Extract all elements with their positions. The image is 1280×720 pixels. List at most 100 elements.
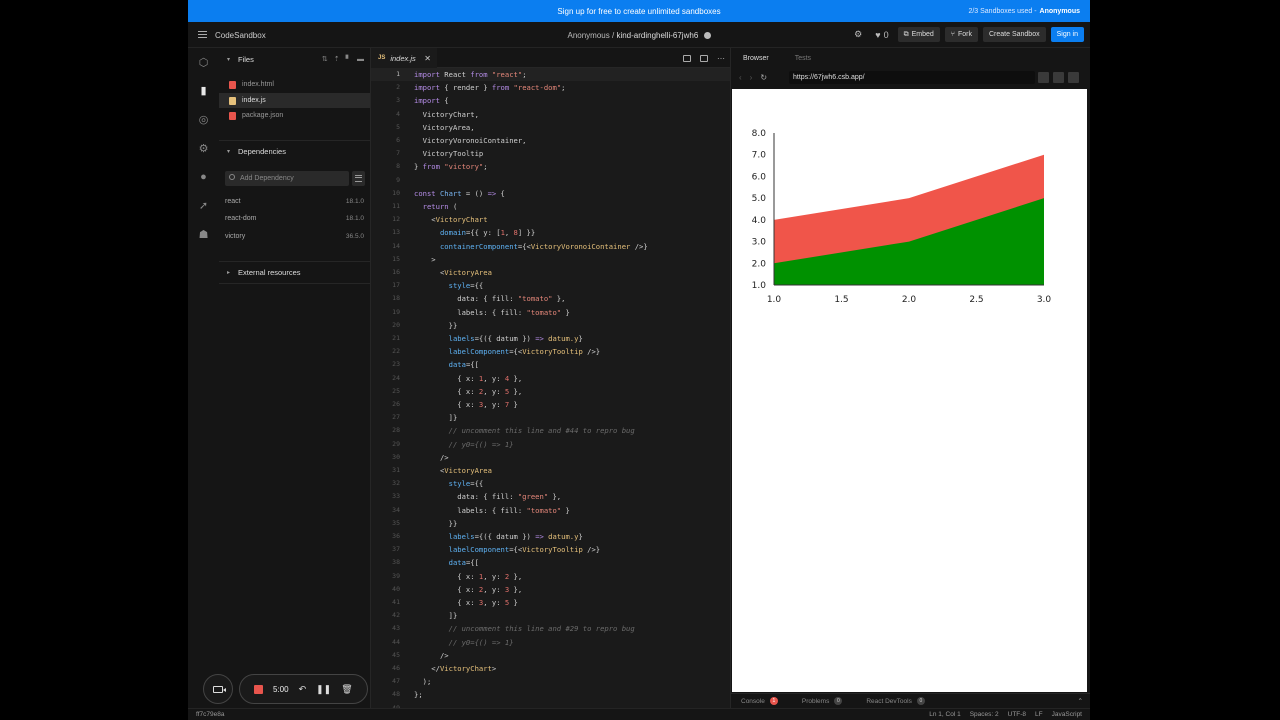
code-line[interactable]: 21 labels={({ datum }) => datum.y} [371, 332, 731, 345]
code-line[interactable]: 5 VictoryArea, [371, 121, 731, 134]
code-line[interactable]: 24 { x: 1, y: 4 }, [371, 372, 731, 385]
console-tab[interactable]: Console 1 [741, 697, 778, 705]
dependency-react[interactable]: react 18.1.0 [219, 195, 370, 207]
sign-in-button[interactable]: Sign in [1050, 27, 1084, 42]
code-line[interactable]: 37 labelComponent={<VictoryTooltip />} [371, 543, 731, 556]
code-line[interactable]: 36 labels={({ datum }) => datum.y} [371, 530, 731, 543]
language-mode[interactable]: JavaScript [1052, 711, 1082, 718]
line-ending[interactable]: LF [1035, 711, 1043, 718]
code-line[interactable]: 35 }} [371, 517, 731, 530]
camera-toggle-button[interactable] [203, 674, 233, 704]
code-line[interactable]: 30 /> [371, 451, 731, 464]
github-icon[interactable]: ● [197, 171, 210, 184]
code-line[interactable]: 8} from "victory"; [371, 160, 731, 173]
cube-icon[interactable]: ⬡ [197, 57, 210, 70]
indent-setting[interactable]: Spaces: 2 [970, 711, 999, 718]
code-line[interactable]: 47 ); [371, 675, 731, 688]
code-line[interactable]: 17 style={{ [371, 279, 731, 292]
file-explorer-icon[interactable]: ▮ [197, 85, 210, 98]
url-input[interactable]: https://67jwh6.csb.app/ [789, 71, 1035, 84]
stop-record-button[interactable] [254, 684, 263, 694]
dependency-react-dom[interactable]: react-dom 18.1.0 [219, 212, 370, 224]
dependency-version[interactable]: 18.1.0 [346, 215, 364, 222]
files-section-header[interactable]: ▾ Files ⇅ ⇡ ▘ ▬ [219, 49, 370, 69]
code-line[interactable]: 46 </VictoryChart> [371, 662, 731, 675]
file-item-index-js[interactable]: index.js [219, 93, 370, 108]
file-item-index-html[interactable]: index.html [219, 77, 370, 92]
users-icon[interactable]: ☗ [197, 229, 210, 242]
layout-icon[interactable] [1068, 72, 1079, 83]
add-dependency-input[interactable]: Add Dependency [225, 171, 349, 186]
dependency-version[interactable]: 18.1.0 [346, 198, 364, 205]
code-line[interactable]: 9 [371, 174, 731, 187]
gear-icon[interactable]: ⚙ [197, 143, 210, 156]
code-line[interactable]: 13 domain={{ y: [1, 8] }} [371, 226, 731, 239]
back-arrow-icon[interactable]: ‹ [739, 73, 742, 82]
code-line[interactable]: 48}; [371, 688, 731, 701]
tab-tests[interactable]: Tests [795, 55, 811, 62]
code-line[interactable]: 34 labels: { fill: "tomato" } [371, 504, 731, 517]
code-line[interactable]: 18 data: { fill: "tomato" }, [371, 292, 731, 305]
signup-banner-text[interactable]: Sign up for free to create unlimited san… [557, 7, 720, 16]
reload-icon[interactable]: ↻ [760, 73, 767, 82]
code-line[interactable]: 22 labelComponent={<VictoryTooltip />} [371, 345, 731, 358]
new-folder-icon[interactable]: ▬ [357, 56, 364, 63]
code-line[interactable]: 32 style={{ [371, 477, 731, 490]
code-line[interactable]: 27 ]} [371, 411, 731, 424]
code-line[interactable]: 6 VictoryVoronoiContainer, [371, 134, 731, 147]
code-line[interactable]: 4 VictoryChart, [371, 108, 731, 121]
code-line[interactable]: 43 // uncomment this line and #29 to rep… [371, 622, 731, 635]
code-line[interactable]: 28 // uncomment this line and #44 to rep… [371, 424, 731, 437]
code-line[interactable]: 23 data={[ [371, 358, 731, 371]
sandbox-name[interactable]: kind-ardinghelli-67jwh6 [616, 31, 698, 40]
code-line[interactable]: 20 }} [371, 319, 731, 332]
code-line[interactable]: 33 data: { fill: "green" }, [371, 490, 731, 503]
code-line[interactable]: 3 import { [371, 94, 731, 107]
code-line[interactable]: 26 { x: 3, y: 7 } [371, 398, 731, 411]
code-line[interactable]: 10 const Chart = () => { [371, 187, 731, 200]
code-line[interactable]: 38 data={[ [371, 556, 731, 569]
code-line[interactable]: 25 { x: 2, y: 5 }, [371, 385, 731, 398]
dependencies-section-header[interactable]: ▾ Dependencies [219, 141, 370, 161]
code-line[interactable]: 40 { x: 2, y: 3 }, [371, 583, 731, 596]
tab-index-js[interactable]: JS index.js ✕ [371, 48, 437, 68]
code-line[interactable]: 1 import React from "react"; [371, 68, 731, 82]
code-line[interactable]: 2 import { render } from "react-dom"; [371, 81, 731, 94]
search-icon[interactable]: ◎ [197, 114, 210, 127]
open-new-window-icon[interactable] [1053, 72, 1064, 83]
signup-banner[interactable]: Sign up for free to create unlimited san… [188, 0, 1090, 22]
commit-hash[interactable]: ff7c79e8a [196, 711, 224, 718]
tab-browser[interactable]: Browser [743, 55, 769, 62]
sort-icon[interactable]: ⇅ [322, 55, 328, 63]
more-options-icon[interactable]: ⋯ [717, 54, 725, 63]
split-editor-icon[interactable] [683, 54, 691, 62]
code-line[interactable]: 39 { x: 1, y: 2 }, [371, 570, 731, 583]
external-resources-header[interactable]: ▸ External resources [219, 262, 370, 282]
cursor-position[interactable]: Ln 1, Col 1 [929, 711, 960, 718]
dependency-menu-button[interactable] [352, 171, 365, 186]
move-icon[interactable] [1038, 72, 1049, 83]
code-line[interactable]: 41 { x: 3, y: 5 } [371, 596, 731, 609]
code-line[interactable]: 15 > [371, 253, 731, 266]
code-line[interactable]: 12 <VictoryChart [371, 213, 731, 226]
settings-gear-icon[interactable]: ⚙ [850, 29, 866, 40]
embed-button[interactable]: ⧉ Embed [897, 27, 940, 42]
code-area[interactable]: 1 import React from "react"; 2 import { re… [371, 68, 731, 712]
code-line[interactable]: 16 <VictoryArea [371, 266, 731, 279]
like-button[interactable]: ♥ 0 [871, 30, 892, 40]
dependency-version[interactable]: 36.5.0 [346, 233, 364, 240]
trash-icon[interactable]: 🗑 [341, 684, 352, 695]
undo-icon[interactable]: ↶ [299, 684, 307, 695]
code-line[interactable]: 29 // y0={() => 1} [371, 438, 731, 451]
rocket-icon[interactable]: ➚ [197, 200, 210, 213]
code-line[interactable]: 42 ]} [371, 609, 731, 622]
code-line[interactable]: 14 containerComponent={<VictoryVoronoiCo… [371, 240, 731, 253]
code-line[interactable]: 7 VictoryTooltip [371, 147, 731, 160]
close-icon[interactable]: ✕ [424, 54, 431, 63]
problems-tab[interactable]: Problems 0 [802, 697, 843, 705]
file-encoding[interactable]: UTF-8 [1008, 711, 1026, 718]
new-file-icon[interactable]: ▘ [346, 55, 351, 63]
code-line[interactable]: 44 // y0={() => 1} [371, 636, 731, 649]
dependency-victory[interactable]: victory 36.5.0 [219, 230, 370, 242]
code-line[interactable]: 19 labels: { fill: "tomato" } [371, 306, 731, 319]
